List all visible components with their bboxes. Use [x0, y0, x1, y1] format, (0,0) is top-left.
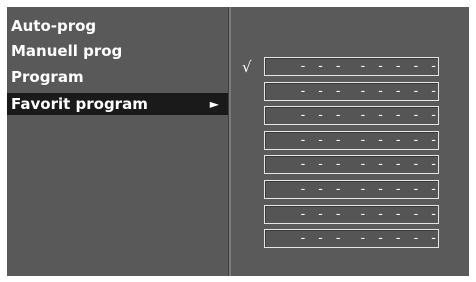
menu-item-favorit-program[interactable]: Favorit program ►	[7, 93, 228, 115]
slot-program-name: - - - - -	[359, 108, 439, 123]
slot-program-number: - - -	[299, 59, 344, 74]
submenu-arrow-icon: ►	[209, 97, 219, 111]
favorite-slot-6[interactable]: - - - - - - - -	[264, 180, 439, 199]
slot-program-name: - - - - -	[359, 84, 439, 99]
favorite-slot-4[interactable]: - - - - - - - -	[264, 131, 439, 150]
menu-item-manuell-prog[interactable]: Manuell prog	[7, 40, 228, 62]
slot-program-name: - - - - -	[359, 157, 439, 172]
menu-item-label: Program	[11, 68, 84, 86]
favorite-slot-5[interactable]: - - - - - - - -	[264, 155, 439, 174]
favorites-panel: √ - - - - - - - - - - - - - - - - - - - …	[231, 7, 469, 276]
menu-item-auto-prog[interactable]: Auto-prog	[7, 15, 228, 37]
menu-item-label: Manuell prog	[11, 42, 123, 60]
slot-program-number: - - -	[299, 207, 344, 222]
favorite-slot-1[interactable]: - - - - - - - -	[264, 57, 439, 76]
check-mark-icon: √	[242, 58, 252, 76]
menu-item-label: Auto-prog	[11, 17, 97, 35]
tv-menu-screen: Auto-prog Manuell prog Program Favorit p…	[7, 7, 469, 276]
slot-program-name: - - - - -	[359, 182, 439, 197]
menu-panel: Auto-prog Manuell prog Program Favorit p…	[7, 7, 228, 276]
slot-program-number: - - -	[299, 84, 344, 99]
slot-program-number: - - -	[299, 182, 344, 197]
favorite-slot-7[interactable]: - - - - - - - -	[264, 205, 439, 224]
slot-program-name: - - - - -	[359, 59, 439, 74]
slot-program-number: - - -	[299, 133, 344, 148]
favorite-slot-2[interactable]: - - - - - - - -	[264, 82, 439, 101]
menu-item-label: Favorit program	[11, 95, 148, 113]
favorite-slot-3[interactable]: - - - - - - - -	[264, 106, 439, 125]
slot-program-name: - - - - -	[359, 133, 439, 148]
favorite-slot-8[interactable]: - - - - - - - -	[264, 229, 439, 248]
slot-program-number: - - -	[299, 231, 344, 246]
slot-program-number: - - -	[299, 108, 344, 123]
menu-item-program[interactable]: Program	[7, 66, 228, 88]
slot-program-name: - - - - -	[359, 207, 439, 222]
slot-program-number: - - -	[299, 157, 344, 172]
slot-program-name: - - - - -	[359, 231, 439, 246]
